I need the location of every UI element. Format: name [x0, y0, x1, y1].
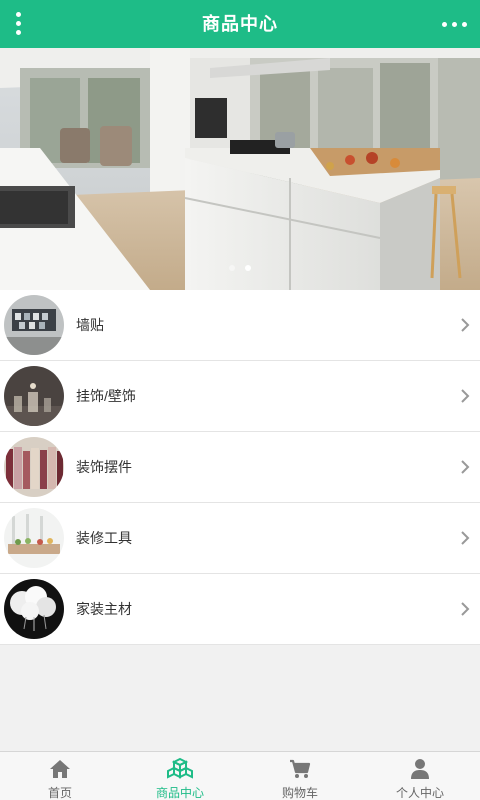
category-label: 家装主材: [76, 601, 132, 617]
tab-label: 首页: [47, 786, 72, 800]
carousel-dot-active[interactable]: [245, 265, 252, 271]
wall-sticker-thumbnail: [4, 295, 64, 355]
tab-products[interactable]: 商品中心: [120, 752, 240, 800]
decoration-tools-thumbnail: [4, 508, 64, 568]
category-item-ornaments[interactable]: 装饰摆件: [0, 432, 480, 503]
category-item-home-materials[interactable]: 家装主材: [0, 574, 480, 645]
chevron-right-icon: [461, 389, 470, 403]
tab-label: 商品中心: [155, 786, 204, 800]
tab-label: 个人中心: [395, 786, 444, 800]
chevron-right-icon: [461, 602, 470, 616]
cubes-icon: [167, 757, 193, 779]
category-label: 装饰摆件: [76, 459, 132, 475]
home-materials-thumbnail: [4, 579, 64, 639]
carousel-dot[interactable]: [228, 265, 235, 271]
category-item-decoration-tools[interactable]: 装修工具: [0, 503, 480, 574]
kitchen-banner-image: [0, 48, 480, 290]
category-label: 挂饰/壁饰: [76, 388, 136, 404]
category-item-wall-stickers[interactable]: 墙贴: [0, 290, 480, 361]
tab-home[interactable]: 首页: [0, 752, 120, 800]
user-icon: [411, 759, 429, 779]
category-label: 装修工具: [76, 530, 132, 546]
category-list: 墙贴 挂饰/壁饰 装饰摆件 装修工具 家装主材: [0, 290, 480, 645]
chevron-right-icon: [461, 318, 470, 332]
wall-decor-thumbnail: [4, 366, 64, 426]
home-icon: [50, 760, 70, 778]
chevron-right-icon: [461, 460, 470, 474]
carousel-indicator: [0, 258, 480, 276]
category-item-wall-decor[interactable]: 挂饰/壁饰: [0, 361, 480, 432]
chevron-right-icon: [461, 531, 470, 545]
cart-icon: [290, 759, 311, 778]
bottom-tab-bar: 首页 商品中心 购物车 个人中心: [0, 751, 480, 800]
banner-carousel[interactable]: [0, 48, 480, 290]
category-label: 墙贴: [76, 317, 104, 333]
ornaments-thumbnail: [4, 437, 64, 497]
tab-label: 购物车: [281, 786, 318, 800]
page-title: 商品中心: [202, 14, 278, 34]
more-button[interactable]: [440, 10, 470, 38]
tab-profile[interactable]: 个人中心: [360, 752, 480, 800]
tab-cart[interactable]: 购物车: [240, 752, 360, 800]
top-bar: 商品中心: [0, 0, 480, 48]
